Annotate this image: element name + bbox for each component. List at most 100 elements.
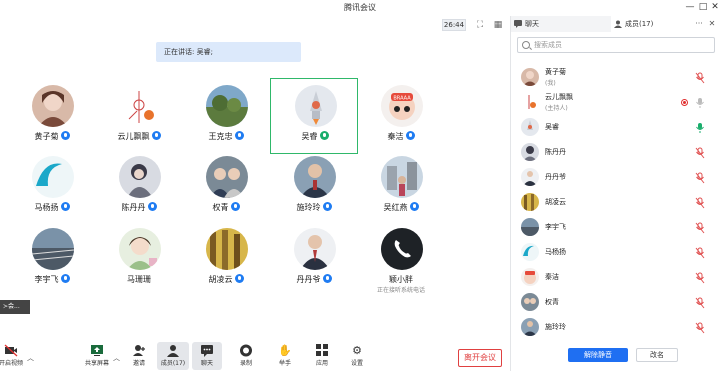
invite-button[interactable]: 邀请 — [124, 342, 154, 370]
apps-icon — [315, 344, 329, 357]
raise-hand-icon: ✋ — [278, 344, 292, 357]
panel-close-button[interactable]: ✕ — [707, 18, 717, 30]
avatar — [381, 156, 423, 198]
mic-active-icon — [696, 123, 704, 133]
member-name: 马杨扬 — [545, 248, 566, 256]
notification-toast[interactable]: ≻会... — [0, 300, 30, 314]
panel-more-button[interactable]: ··· — [694, 18, 704, 30]
members-icon — [166, 344, 180, 357]
member-row[interactable]: 吴睿 — [511, 115, 720, 140]
participant-name: 马杨扬 — [8, 202, 96, 213]
gear-icon: ⚙ — [352, 344, 362, 357]
mic-muted-icon — [695, 222, 705, 234]
share-screen-button[interactable]: 共享屏幕 — [82, 342, 112, 370]
member-name: 施玲玲 — [545, 323, 566, 331]
member-row[interactable]: 陈丹丹 — [511, 140, 720, 165]
participant-tile[interactable]: 丹丹爷 — [270, 222, 358, 298]
participant-tile[interactable]: 马珊珊 — [95, 222, 183, 298]
participant-tile[interactable]: 李宇飞 — [8, 222, 96, 298]
layout-grid-icon[interactable]: ▦ — [492, 19, 504, 31]
participant-tile[interactable]: 黄子菊 — [8, 79, 96, 155]
participant-tile[interactable]: 胡凌云 — [182, 222, 270, 298]
participant-tile[interactable]: 云儿飘飘 — [95, 79, 183, 155]
mic-on-icon — [234, 131, 244, 140]
member-row[interactable]: 施玲玲 — [511, 315, 720, 340]
share-options-chevron-icon[interactable]: ︿ — [113, 353, 120, 363]
mic-muted-icon — [695, 247, 705, 259]
participant-tile[interactable]: 陈丹丹 — [95, 150, 183, 226]
mic-icon — [696, 98, 704, 108]
search-icon — [522, 41, 530, 49]
settings-button[interactable]: ⚙ 设置 — [342, 342, 372, 370]
member-row[interactable]: 权青 — [511, 290, 720, 315]
avatar — [521, 268, 539, 286]
participant-tile[interactable]: 颖小胖 正在接听系统电话 — [357, 222, 445, 298]
participant-tile[interactable]: 施玲玲 — [270, 150, 358, 226]
participant-name: 马珊珊 — [127, 275, 151, 284]
participant-tile[interactable]: BRAAA 秦洁 — [357, 79, 445, 155]
mic-on-icon — [405, 131, 415, 140]
avatar — [206, 156, 248, 198]
mic-muted-icon — [695, 272, 705, 284]
member-row[interactable]: 黄子菊 (我) — [511, 65, 720, 90]
recording-icon — [681, 99, 688, 106]
raise-hand-button[interactable]: ✋ 举手 — [270, 342, 300, 370]
member-row[interactable]: 丹丹爷 — [511, 165, 720, 190]
member-name: 李宇飞 — [545, 223, 566, 231]
avatar — [521, 93, 539, 111]
participant-tile[interactable]: 吴红燕 — [357, 150, 445, 226]
camera-off-icon — [4, 344, 18, 357]
record-button[interactable]: 录制 — [231, 342, 261, 370]
mic-on-icon — [409, 202, 419, 211]
participant-name: 王克忠 — [182, 131, 270, 142]
members-icon — [614, 20, 622, 28]
unmute-all-button[interactable]: 解除静音 — [568, 348, 628, 362]
member-row[interactable]: 秦洁 — [511, 265, 720, 290]
avatar: BRAAA — [381, 85, 423, 127]
avatar — [32, 85, 74, 127]
stage-top-bar: 26:44 ⛶ ▦ — [0, 16, 510, 34]
participant-tile[interactable]: 马杨扬 — [8, 150, 96, 226]
avatar — [521, 193, 539, 211]
tab-members[interactable]: 成员(17) — [611, 16, 691, 32]
participant-tile-active-speaker[interactable]: 吴睿 — [270, 78, 358, 154]
speaking-indicator: 正在讲话: 吴睿; — [156, 42, 301, 62]
avatar — [206, 228, 248, 270]
fullscreen-icon[interactable]: ⛶ — [474, 19, 486, 31]
rename-button[interactable]: 改名 — [636, 348, 678, 362]
invite-icon — [132, 344, 146, 357]
avatar — [294, 228, 336, 270]
avatar — [32, 156, 74, 198]
member-row[interactable]: 云儿飘飘 (主持人) — [511, 90, 720, 115]
avatar — [521, 143, 539, 161]
member-search-input[interactable]: 搜索成员 — [517, 37, 715, 53]
participant-tile[interactable]: 王克忠 — [182, 79, 270, 155]
member-row[interactable]: 李宇飞 — [511, 215, 720, 240]
minimize-button[interactable]: — — [684, 1, 696, 13]
tab-chat[interactable]: 聊天 — [511, 16, 611, 32]
maximize-button[interactable]: □ — [697, 1, 709, 13]
member-row[interactable]: 马杨扬 — [511, 240, 720, 265]
participant-name: 吴睿 — [271, 131, 359, 142]
mic-muted-icon — [695, 322, 705, 334]
close-button[interactable]: ✕ — [709, 1, 720, 13]
mic-on-icon — [60, 131, 70, 140]
members-button[interactable]: 成员(17) — [157, 342, 189, 370]
chat-button[interactable]: 聊天 — [192, 342, 222, 370]
mic-on-icon — [147, 202, 157, 211]
participant-tile[interactable]: 权青 — [182, 150, 270, 226]
video-button[interactable]: 开启视频 — [0, 342, 26, 370]
member-name: 秦洁 — [545, 273, 559, 281]
member-name: 权青 — [545, 298, 559, 306]
member-role: (我) — [545, 80, 556, 87]
meeting-window: 腾讯会议 — □ ✕ 26:44 ⛶ ▦ 正在讲话: 吴睿; 黄子菊 云儿飘飘 … — [0, 0, 720, 371]
video-options-chevron-icon[interactable]: ︿ — [27, 353, 34, 363]
participant-name: 黄子菊 — [8, 131, 96, 142]
leave-meeting-button[interactable]: 离开会议 — [458, 349, 502, 367]
avatar — [119, 85, 161, 127]
apps-button[interactable]: 应用 — [307, 342, 337, 370]
participant-name: 吴红燕 — [357, 202, 445, 213]
mic-on-icon — [234, 274, 244, 283]
mic-on-icon — [322, 202, 332, 211]
member-row[interactable]: 胡凌云 — [511, 190, 720, 215]
